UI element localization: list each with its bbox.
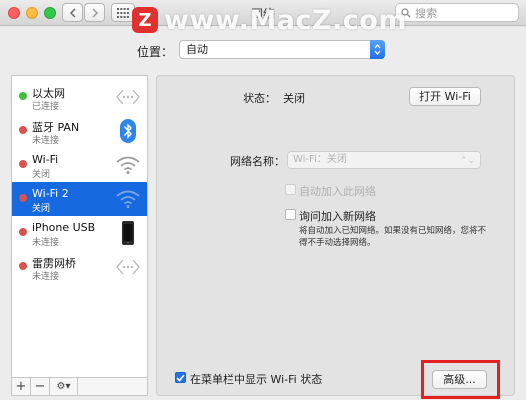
service-status: 未连接 xyxy=(32,272,60,282)
status-label: 状态： xyxy=(243,92,276,105)
service-status: 未连接 xyxy=(32,238,60,248)
status-dot xyxy=(19,228,27,236)
location-label: 位置： xyxy=(137,45,174,59)
location-select[interactable]: 自动 xyxy=(179,40,385,59)
thunderbolt-bridge-icon xyxy=(115,254,141,280)
checkmark-icon xyxy=(176,373,185,382)
service-list: 以太网 已连接 蓝牙 PAN 未连接 Wi-Fi 关闭 Wi-Fi 2 关闭 i… xyxy=(11,75,148,378)
location-value: 自动 xyxy=(186,43,208,56)
service-name: Wi-Fi 2 xyxy=(32,187,69,200)
ask-join-note: 将自动加入已知网络。如果没有已知网络，您将不得不手动选择网络。 xyxy=(299,226,487,248)
service-item-iphone-usb[interactable]: iPhone USB 未连接 xyxy=(12,216,147,250)
show-in-menubar-checkbox[interactable] xyxy=(175,372,186,383)
service-item-wifi-2[interactable]: Wi-Fi 2 关闭 xyxy=(12,182,147,216)
service-name: Wi-Fi xyxy=(32,153,59,166)
network-name-select[interactable]: Wi-Fi：关闭 ⌃⌄ xyxy=(287,151,481,169)
title-bar: 网络 搜索 xyxy=(0,0,526,26)
service-status: 已连接 xyxy=(32,102,60,112)
status-dot xyxy=(19,262,27,270)
gear-menu-button[interactable]: ⚙▾ xyxy=(50,378,78,395)
show-in-menubar-label: 在菜单栏中显示 Wi-Fi 状态 xyxy=(190,373,323,386)
service-item-bluetooth-pan[interactable]: 蓝牙 PAN 未连接 xyxy=(12,114,147,148)
search-field[interactable]: 搜索 xyxy=(395,3,519,22)
service-status: 未连接 xyxy=(32,136,60,146)
status-dot xyxy=(19,160,27,168)
service-item-wifi[interactable]: Wi-Fi 关闭 xyxy=(12,148,147,182)
ask-join-checkbox[interactable] xyxy=(285,209,296,220)
highlight-box xyxy=(421,360,500,399)
bluetooth-icon xyxy=(115,118,141,144)
auto-join-checkbox[interactable] xyxy=(285,184,296,195)
updown-arrows-icon xyxy=(370,40,385,59)
status-dot xyxy=(19,126,27,134)
status-dot xyxy=(19,92,27,100)
auto-join-label: 自动加入此网络 xyxy=(299,185,376,198)
gear-icon: ⚙▾ xyxy=(56,381,71,392)
toggle-wifi-button[interactable]: 打开 Wi-Fi xyxy=(409,87,481,106)
search-placeholder: 搜索 xyxy=(415,6,437,20)
service-status: 关闭 xyxy=(32,170,51,180)
remove-service-button[interactable]: − xyxy=(31,378,50,395)
service-list-toolbar: + − ⚙▾ xyxy=(11,377,148,396)
service-item-ethernet[interactable]: 以太网 已连接 xyxy=(12,80,147,114)
status-dot xyxy=(19,194,27,202)
iphone-icon xyxy=(115,220,141,246)
ask-join-label: 询问加入新网络 xyxy=(299,210,376,223)
service-status: 关闭 xyxy=(32,204,51,214)
search-icon xyxy=(401,7,411,17)
wifi-icon xyxy=(115,186,141,212)
updown-arrows-icon: ⌃⌄ xyxy=(459,156,475,166)
service-name: iPhone USB xyxy=(32,221,96,234)
network-name-label: 网络名称： xyxy=(230,155,285,168)
ethernet-icon xyxy=(115,84,141,110)
wifi-icon xyxy=(115,152,141,178)
network-name-value: Wi-Fi：关闭 xyxy=(293,154,347,165)
status-value: 关闭 xyxy=(283,92,305,105)
add-service-button[interactable]: + xyxy=(12,378,31,395)
service-item-thunderbolt-bridge[interactable]: 雷雳网桥 未连接 xyxy=(12,250,147,284)
